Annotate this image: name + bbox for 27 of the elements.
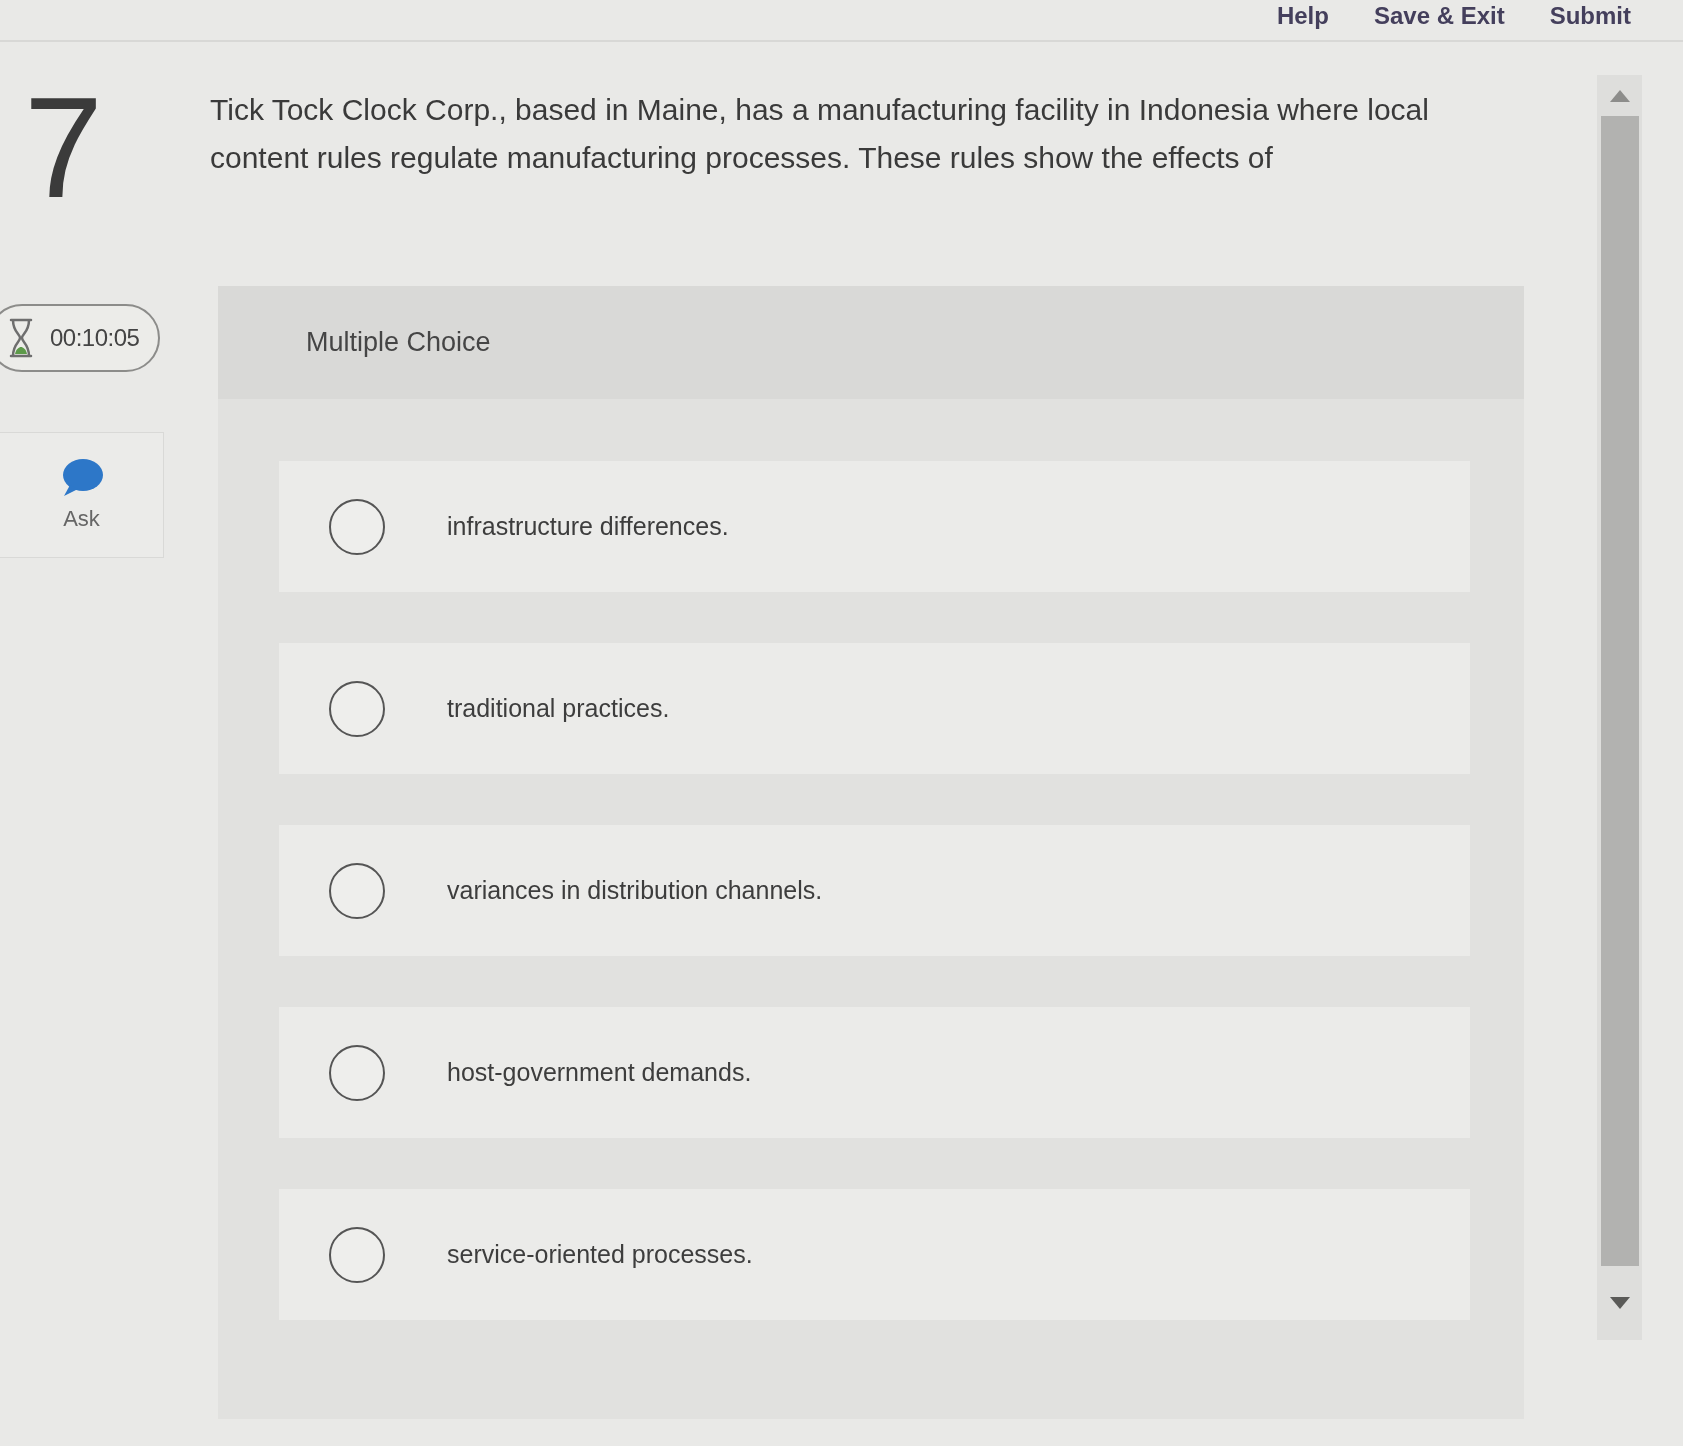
hourglass-icon <box>8 318 34 358</box>
scrollbar-thumb[interactable] <box>1600 116 1639 1266</box>
radio-button[interactable] <box>329 862 385 919</box>
question-number: 7 <box>24 88 103 208</box>
timer-text: 00:10:05 <box>50 324 140 352</box>
answer-option[interactable]: service-oriented processes. <box>279 1189 1470 1320</box>
question-type-label: Multiple Choice <box>306 327 491 358</box>
radio-button[interactable] <box>329 498 385 555</box>
answer-option[interactable]: traditional practices. <box>279 643 1470 774</box>
question-text: Tick Tock Clock Corp., based in Maine, has a manufacturing facility in Indonesia where local content rules regulate manufacturing processes. These rules show the effects of <box>210 92 1430 176</box>
radio-button[interactable] <box>329 680 385 737</box>
nav-link[interactable]: Submit <box>1549 2 1631 30</box>
radio-button[interactable] <box>329 1226 385 1283</box>
nav-link[interactable]: Save & Exit <box>1373 2 1505 30</box>
option-label: traditional practices. <box>447 694 670 723</box>
option-label: infrastructure differences. <box>447 512 729 541</box>
answer-option[interactable]: infrastructure differences. <box>279 461 1470 592</box>
answer-option[interactable]: variances in distribution channels. <box>279 825 1470 956</box>
nav-link[interactable]: Help <box>1276 2 1329 30</box>
scroll-down-icon[interactable] <box>1609 1297 1630 1309</box>
answer-option[interactable]: host-government demands. <box>279 1007 1470 1138</box>
option-label: variances in distribution channels. <box>447 876 823 905</box>
option-label: host-government demands. <box>447 1058 752 1087</box>
option-label: service-oriented processes. <box>447 1240 753 1269</box>
radio-button[interactable] <box>329 1044 385 1101</box>
ask-button[interactable]: Ask <box>0 432 164 558</box>
scrollbar[interactable] <box>1597 75 1642 1340</box>
